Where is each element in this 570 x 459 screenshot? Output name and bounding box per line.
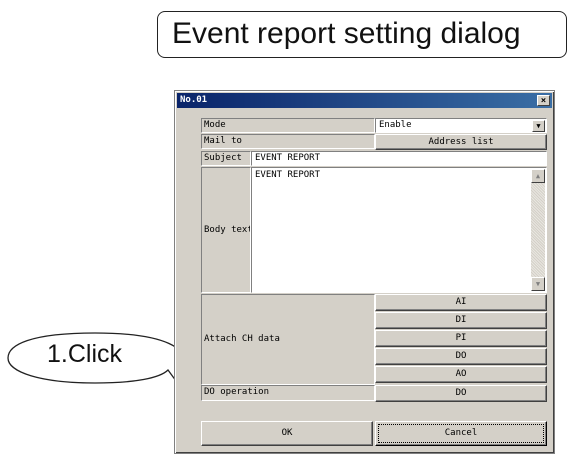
body-text-area[interactable]: EVENT REPORT ▲ ▼ bbox=[251, 167, 547, 293]
cancel-button[interactable]: Cancel bbox=[375, 421, 547, 446]
subject-label: Subject bbox=[201, 151, 251, 166]
event-report-dialog: No.01 × Mode Enable ▼ Mail to Address li… bbox=[174, 90, 555, 454]
close-button[interactable]: × bbox=[537, 95, 550, 106]
attach-do-button[interactable]: DO bbox=[375, 348, 547, 365]
callout-text: 1.Click bbox=[47, 340, 123, 368]
address-list-button[interactable]: Address list bbox=[375, 134, 547, 150]
attach-pi-button[interactable]: PI bbox=[375, 330, 547, 347]
body-text-value: EVENT REPORT bbox=[255, 170, 321, 180]
body-text-label-text: Body text bbox=[204, 224, 251, 235]
ok-button[interactable]: OK bbox=[201, 421, 373, 446]
mode-label: Mode bbox=[201, 118, 375, 133]
dialog-title: No.01 bbox=[180, 95, 208, 105]
do-operation-label: DO operation bbox=[201, 385, 375, 401]
close-icon: × bbox=[540, 96, 547, 106]
attach-di-button[interactable]: DI bbox=[375, 312, 547, 329]
attach-ch-data-label-text: Attach CH data bbox=[204, 334, 280, 344]
subject-input[interactable]: EVENT REPORT bbox=[251, 151, 547, 166]
attach-ch-data-label: Attach CH data bbox=[201, 294, 375, 385]
mail-to-label: Mail to bbox=[201, 134, 375, 149]
body-scrollbar[interactable]: ▲ ▼ bbox=[531, 169, 545, 291]
attach-ai-button[interactable]: AI bbox=[375, 294, 547, 311]
dialog-titlebar: No.01 × bbox=[177, 93, 552, 108]
page-title: Event report setting dialog bbox=[157, 11, 567, 58]
body-text-label: Body text bbox=[201, 167, 251, 293]
mode-value: Enable bbox=[379, 120, 412, 130]
mode-dropdown[interactable]: Enable ▼ bbox=[375, 118, 547, 133]
do-operation-button[interactable]: DO bbox=[375, 385, 547, 402]
attach-ao-button[interactable]: AO bbox=[375, 366, 547, 383]
scroll-up-icon[interactable]: ▲ bbox=[531, 169, 545, 183]
chevron-down-icon[interactable]: ▼ bbox=[532, 120, 545, 132]
scroll-down-icon[interactable]: ▼ bbox=[531, 277, 545, 291]
